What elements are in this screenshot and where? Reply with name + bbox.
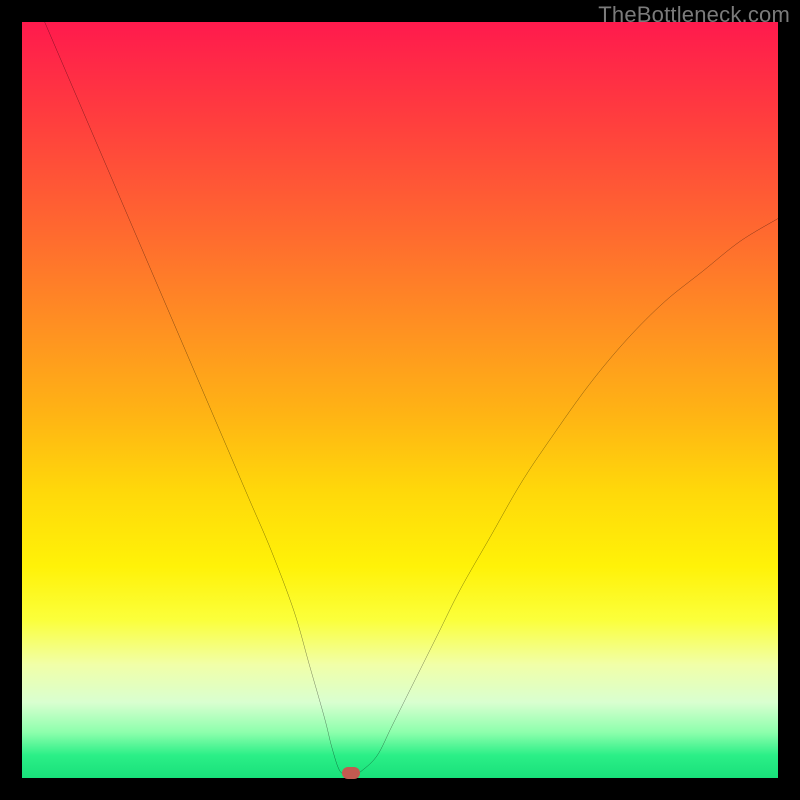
- plot-area: [22, 22, 778, 778]
- chart-frame: TheBottleneck.com: [0, 0, 800, 800]
- min-marker: [342, 767, 360, 779]
- watermark-text: TheBottleneck.com: [598, 2, 790, 28]
- bottleneck-curve: [22, 22, 778, 778]
